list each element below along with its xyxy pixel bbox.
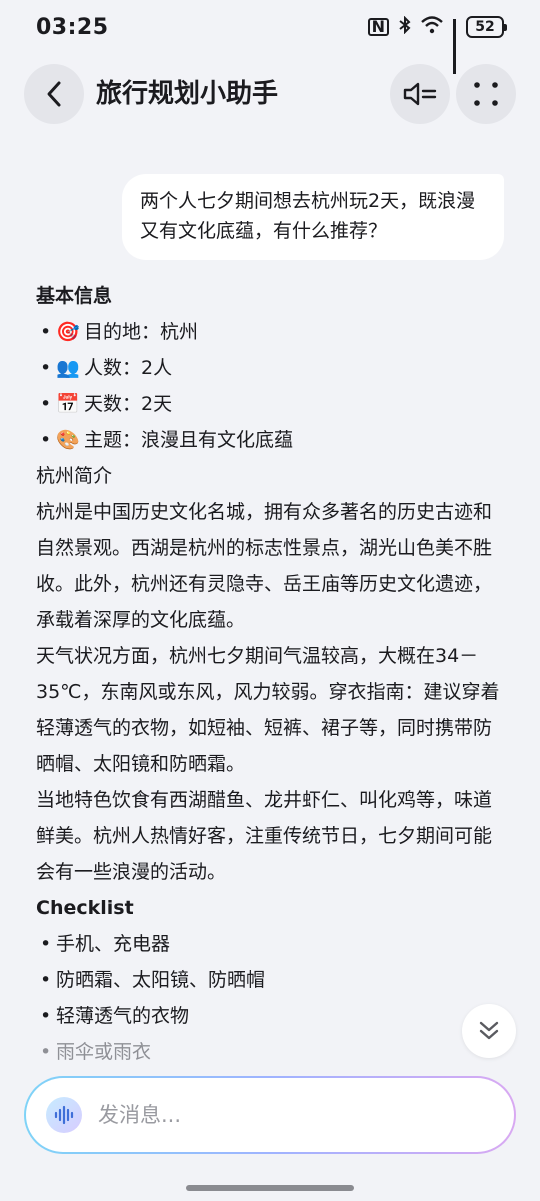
more-options-button[interactable] [456,64,516,124]
list-item: • 👥 人数：2人 [36,350,506,386]
bluetooth-icon [399,15,411,38]
list-item: • 🎯 目的地：杭州 [36,314,506,350]
palette-icon: 🎨 [56,429,80,451]
list-item: • 防晒霜、太阳镜、防晒帽 [40,969,266,991]
app-header: 旅行规划小助手 [0,64,540,124]
scroll-to-bottom-button[interactable] [462,1004,516,1058]
speaker-icon [403,82,437,106]
basic-info-heading: 基本信息 [36,285,113,307]
weather-paragraph: 天气状况方面，杭州七夕期间气温较高，大概在34－35℃，东南风或东风，风力较弱。… [36,645,500,775]
calendar-icon: 📅 [56,393,80,415]
status-bar: 03:25 N 52 [0,0,540,74]
message-input[interactable] [98,1103,458,1127]
list-item: • 手机、充电器 [40,933,171,955]
list-item: • 📅 天数：2天 [36,386,506,422]
signal-icon [453,19,456,74]
message-input-container [26,1078,514,1152]
message-input-bar [24,1076,516,1154]
assistant-response: 基本信息 • 🎯 目的地：杭州 • 👥 人数：2人 • 📅 天数：2天 • 🎨 … [36,278,506,1070]
food-paragraph: 当地特色饮食有西湖醋鱼、龙井虾仁、叫化鸡等，味道鲜美。杭州人热情好客，注重传统节… [36,789,493,883]
nfc-icon: N [367,18,389,36]
checklist-heading: Checklist [36,897,134,919]
home-indicator[interactable] [186,1185,354,1191]
list-item: • 轻薄透气的衣物 [40,1005,190,1027]
voice-input-icon[interactable] [46,1097,82,1133]
intro-paragraph: 杭州是中国历史文化名城，拥有众多著名的历史古迹和自然景观。西湖是杭州的标志性景点… [36,501,493,631]
battery-icon: 52 [466,16,507,38]
status-time: 03:25 [36,14,109,40]
status-icons: N 52 [367,15,507,74]
user-message-bubble: 两个人七夕期间想去杭州玩2天，既浪漫又有文化底蕴，有什么推荐？ [122,174,504,260]
wifi-icon [421,16,443,38]
more-dots-icon [474,82,498,106]
double-chevron-down-icon [479,1021,499,1040]
chevron-left-icon [47,81,61,107]
list-item: • 🎨 主题：浪漫且有文化底蕴 [36,422,506,458]
speaker-toggle-button[interactable] [390,64,450,124]
target-icon: 🎯 [56,321,80,343]
people-icon: 👥 [56,357,80,379]
back-button[interactable] [24,64,84,124]
page-title: 旅行规划小助手 [96,79,279,109]
intro-heading: 杭州简介 [36,465,113,487]
